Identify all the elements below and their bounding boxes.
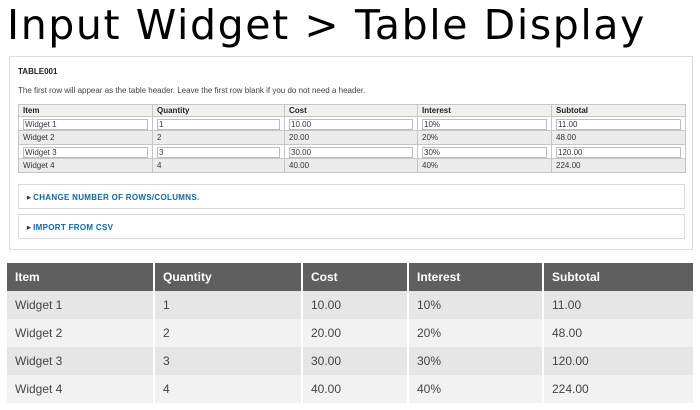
cell-input[interactable]: 1 bbox=[157, 118, 280, 130]
display-cell: 40% bbox=[408, 375, 544, 403]
cell-input[interactable]: 40.00 bbox=[289, 161, 309, 170]
display-cell: 20.00 bbox=[302, 319, 409, 347]
cell-input[interactable]: 30.00 bbox=[289, 146, 413, 158]
import-csv-fieldset: ▶ Import from CSV bbox=[18, 214, 685, 239]
display-header-cell: Subtotal bbox=[543, 263, 693, 291]
display-cell: 20% bbox=[408, 319, 544, 347]
cell-input[interactable]: 120.00 bbox=[556, 146, 681, 158]
table-cell: 30% bbox=[417, 144, 552, 159]
display-cell: 4 bbox=[154, 375, 303, 403]
table-cell: 2 bbox=[152, 130, 285, 145]
table-cell: 11.00 bbox=[551, 116, 686, 131]
cell-input[interactable]: 224.00 bbox=[556, 161, 580, 170]
display-cell: Widget 1 bbox=[7, 291, 155, 319]
table-row: Widget 1 1 10.00 10% 11.00 bbox=[7, 291, 693, 319]
cell-input[interactable]: 40% bbox=[422, 161, 438, 170]
display-header-cell: Interest bbox=[408, 263, 544, 291]
table-row: Widget 2 2 20.00 20% 48.00 bbox=[7, 319, 693, 347]
table-row: Widget 2 2 20.00 20% 48.00 bbox=[18, 130, 686, 145]
cell-input[interactable]: Widget 1 bbox=[23, 118, 148, 130]
display-cell: Widget 3 bbox=[7, 347, 155, 375]
help-text: The first row will appear as the table h… bbox=[18, 86, 366, 95]
cell-input[interactable]: Widget 3 bbox=[23, 146, 148, 158]
collapsed-triangle-icon: ▶ bbox=[27, 195, 32, 201]
cell-input[interactable]: 11.00 bbox=[556, 118, 681, 130]
cell-input[interactable]: 10% bbox=[422, 118, 547, 130]
cell-input[interactable]: 30% bbox=[422, 146, 547, 158]
table-cell: 120.00 bbox=[551, 144, 686, 159]
display-header-cell: Item bbox=[7, 263, 155, 291]
change-rows-fieldset: ▶ Change number of rows/columns. bbox=[18, 184, 685, 209]
cell-input[interactable]: 2 bbox=[157, 133, 161, 142]
table-row: Widget 4 4 40.00 40% 224.00 bbox=[18, 158, 686, 173]
input-header-cell[interactable]: Subtotal bbox=[551, 104, 686, 117]
cell-input[interactable]: Widget 2 bbox=[23, 133, 55, 142]
input-header-cell[interactable]: Cost bbox=[284, 104, 418, 117]
display-cell: 40.00 bbox=[302, 375, 409, 403]
cell-input[interactable]: Widget 4 bbox=[23, 161, 55, 170]
collapsed-triangle-icon: ▶ bbox=[27, 225, 32, 231]
change-rows-label: Change number of rows/columns. bbox=[33, 193, 200, 202]
table-cell: 40% bbox=[417, 158, 552, 173]
page-title: Input Widget > Table Display bbox=[7, 1, 646, 49]
cell-input[interactable]: 20% bbox=[422, 133, 438, 142]
import-csv-label: Import from CSV bbox=[33, 223, 114, 232]
table-row: Widget 4 4 40.00 40% 224.00 bbox=[7, 375, 693, 403]
table-cell: 3 bbox=[152, 144, 285, 159]
display-cell: 1 bbox=[154, 291, 303, 319]
table-cell: 20% bbox=[417, 130, 552, 145]
table-row: Widget 3 3 30.00 30% 120.00 bbox=[18, 144, 686, 159]
display-cell: 11.00 bbox=[543, 291, 693, 319]
input-header-cell[interactable]: Item bbox=[18, 104, 153, 117]
input-header-cell[interactable]: Quantity bbox=[152, 104, 285, 117]
cell-input[interactable]: 48.00 bbox=[556, 133, 576, 142]
cell-input[interactable]: 20.00 bbox=[289, 133, 309, 142]
display-cell: 10% bbox=[408, 291, 544, 319]
table-cell: Widget 1 bbox=[18, 116, 153, 131]
table-row: Widget 1 1 10.00 10% 11.00 bbox=[18, 116, 686, 131]
display-cell: 3 bbox=[154, 347, 303, 375]
display-cell: 30.00 bbox=[302, 347, 409, 375]
display-header-cell: Quantity bbox=[154, 263, 303, 291]
table-cell: 48.00 bbox=[551, 130, 686, 145]
display-header-cell: Cost bbox=[302, 263, 409, 291]
table-cell: 40.00 bbox=[284, 158, 418, 173]
display-cell: 48.00 bbox=[543, 319, 693, 347]
cell-input[interactable]: 3 bbox=[157, 146, 280, 158]
table-cell: 224.00 bbox=[551, 158, 686, 173]
cell-input[interactable]: 4 bbox=[157, 161, 161, 170]
display-cell: 10.00 bbox=[302, 291, 409, 319]
display-header-row: Item Quantity Cost Interest Subtotal bbox=[7, 263, 693, 291]
display-cell: 30% bbox=[408, 347, 544, 375]
table-input-widget: TABLE001 The first row will appear as th… bbox=[9, 56, 693, 250]
display-cell: 120.00 bbox=[543, 347, 693, 375]
table-cell: Widget 3 bbox=[18, 144, 153, 159]
display-cell: Widget 2 bbox=[7, 319, 155, 347]
change-rows-link[interactable]: ▶ Change number of rows/columns. bbox=[27, 193, 199, 202]
table-cell: 10.00 bbox=[284, 116, 418, 131]
table-cell: 30.00 bbox=[284, 144, 418, 159]
table-row: Widget 3 3 30.00 30% 120.00 bbox=[7, 347, 693, 375]
input-table: Item Quantity Cost Interest Subtotal Wid… bbox=[18, 104, 686, 173]
display-cell: 2 bbox=[154, 319, 303, 347]
table-cell: 1 bbox=[152, 116, 285, 131]
cell-input[interactable]: 10.00 bbox=[289, 118, 413, 130]
display-cell: 224.00 bbox=[543, 375, 693, 403]
table-cell: Widget 4 bbox=[18, 158, 153, 173]
display-table: Item Quantity Cost Interest Subtotal Wid… bbox=[7, 263, 693, 403]
display-cell: Widget 4 bbox=[7, 375, 155, 403]
input-table-header-row: Item Quantity Cost Interest Subtotal bbox=[18, 104, 686, 117]
table-cell: 4 bbox=[152, 158, 285, 173]
input-header-cell[interactable]: Interest bbox=[417, 104, 552, 117]
table-cell: 10% bbox=[417, 116, 552, 131]
table-cell: Widget 2 bbox=[18, 130, 153, 145]
table-cell: 20.00 bbox=[284, 130, 418, 145]
import-csv-link[interactable]: ▶ Import from CSV bbox=[27, 223, 113, 232]
field-id-label: TABLE001 bbox=[18, 67, 58, 76]
